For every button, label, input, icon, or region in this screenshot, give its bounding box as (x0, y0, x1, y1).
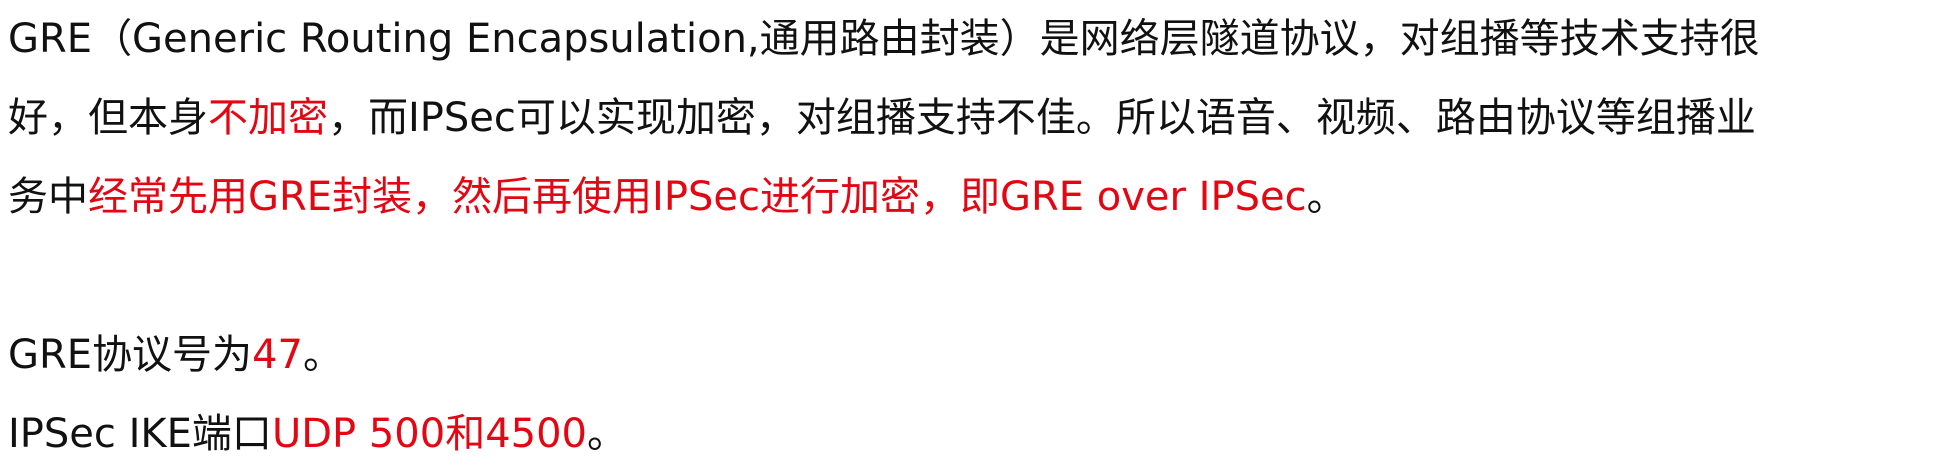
text-segment: 。 (1306, 174, 1347, 220)
text-segment: GRE（Generic Routing Encapsulation,通用路由封装… (8, 16, 1760, 62)
highlight-protocol-number: 47 (252, 332, 303, 378)
text-segment: 好，但本身 (8, 95, 208, 141)
text-segment: GRE协议号为 (8, 332, 253, 378)
paragraph-gre-protocol-number: GRE协议号为47。 (8, 316, 1928, 395)
text-segment: 。 (302, 332, 343, 378)
text-segment: ，而IPSec可以实现加密，对组播支持不佳。所以语音、视频、路由协议等组播业 (328, 95, 1756, 141)
highlight-no-encryption: 不加密 (208, 95, 328, 141)
paragraph-gre-line-3: 务中经常先用GRE封装，然后再使用IPSec进行加密，即GRE over IPS… (8, 158, 1928, 237)
text-segment: 务中 (8, 174, 88, 220)
text-segment: IPSec IKE端口 (8, 411, 272, 457)
paragraph-ipsec-ike-port: IPSec IKE端口UDP 500和4500。 (8, 395, 1928, 474)
paragraph-gre-line-1: GRE（Generic Routing Encapsulation,通用路由封装… (8, 0, 1928, 79)
paragraph-gre-line-2: 好，但本身不加密，而IPSec可以实现加密，对组播支持不佳。所以语音、视频、路由… (8, 79, 1928, 158)
text-segment: 。 (587, 411, 627, 457)
document-body: GRE（Generic Routing Encapsulation,通用路由封装… (8, 0, 1928, 474)
highlight-udp-ports: UDP 500和4500 (271, 411, 587, 457)
highlight-gre-over-ipsec: 经常先用GRE封装，然后再使用IPSec进行加密，即GRE over IPSec (88, 174, 1307, 220)
